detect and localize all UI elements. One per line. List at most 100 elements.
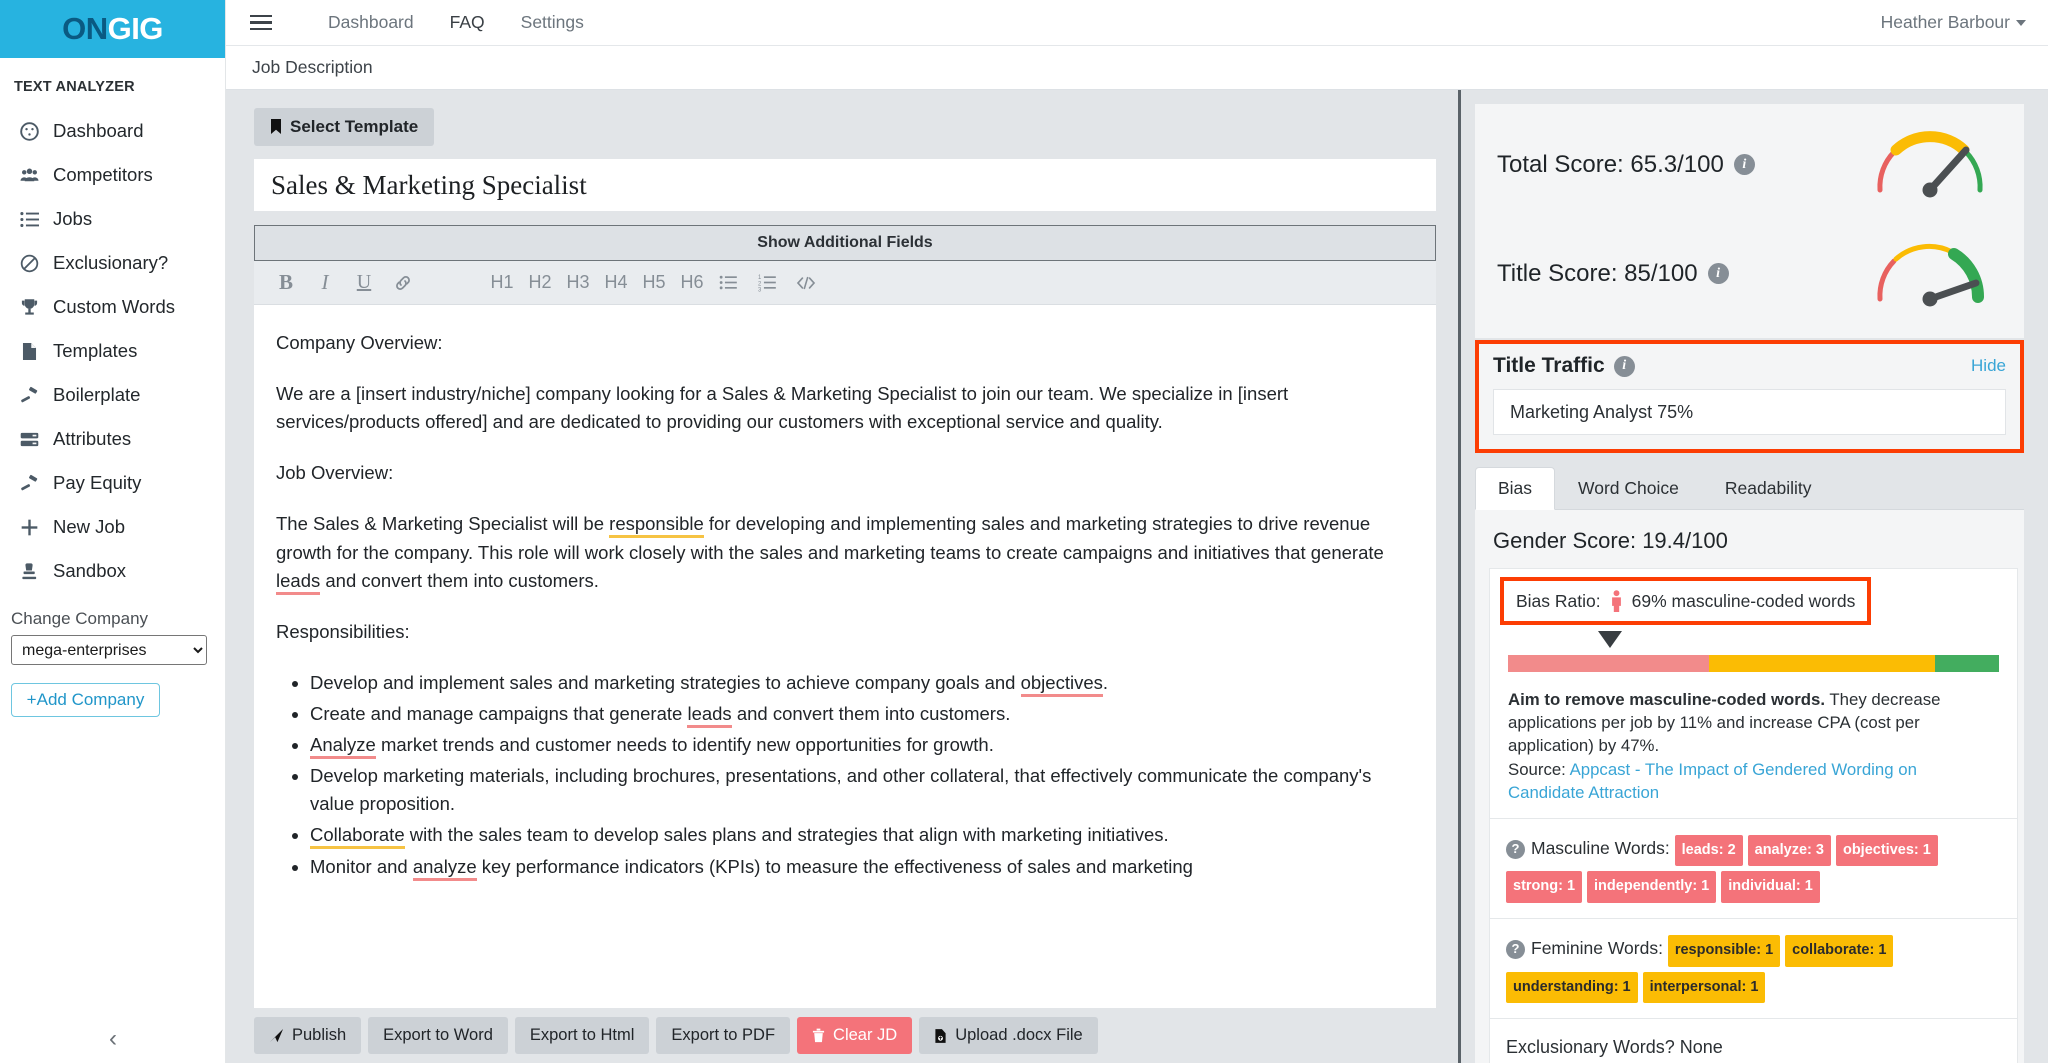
- text-run: and convert them into customers.: [320, 569, 599, 591]
- help-icon[interactable]: ?: [1506, 839, 1525, 859]
- sidebar-item-attributes[interactable]: Attributes: [0, 417, 225, 461]
- user-menu[interactable]: Heather Barbour: [1881, 12, 2026, 33]
- feminine-word-chip[interactable]: interpersonal: 1: [1642, 971, 1766, 1004]
- code-icon[interactable]: [790, 267, 822, 299]
- feminine-word-chip[interactable]: understanding: 1: [1506, 971, 1638, 1004]
- title-traffic-hide-link[interactable]: Hide: [1971, 356, 2006, 376]
- heading-2-button[interactable]: H2: [522, 267, 558, 299]
- hamburger-line: [250, 27, 272, 31]
- company-select[interactable]: mega-enterprises: [11, 635, 207, 665]
- bullet-list-icon[interactable]: [712, 267, 744, 299]
- show-additional-fields-button[interactable]: Show Additional Fields: [254, 225, 1436, 261]
- tab-word-choice[interactable]: Word Choice: [1555, 467, 1702, 510]
- sidebar-item-exclusionary[interactable]: Exclusionary?: [0, 241, 225, 285]
- sidebar-item-jobs[interactable]: Jobs: [0, 197, 225, 241]
- info-icon[interactable]: i: [1707, 263, 1729, 284]
- masculine-word-chip[interactable]: analyze: 3: [1747, 834, 1831, 867]
- text-run: key performance indicators (KPIs) to mea…: [476, 855, 1193, 877]
- masculine-words-label: Masculine Words:: [1531, 837, 1670, 858]
- info-icon[interactable]: i: [1733, 154, 1755, 175]
- sidebar-item-sandbox[interactable]: Sandbox: [0, 549, 225, 593]
- feminine-word-chip[interactable]: collaborate: 1: [1785, 934, 1894, 967]
- numbered-list-icon[interactable]: 123: [751, 267, 783, 299]
- editor-action-bar: Publish Export to Word Export to Html Ex…: [254, 1008, 1436, 1063]
- total-score-label: Total Score: 65.3/100: [1497, 150, 1724, 178]
- hammer-icon: [19, 385, 40, 406]
- masculine-word-chip[interactable]: individual: 1: [1721, 871, 1820, 903]
- title-traffic-heading: Title Traffic: [1493, 354, 1605, 377]
- title-traffic-entry[interactable]: Marketing Analyst 75%: [1493, 389, 2006, 435]
- add-company-button[interactable]: +Add Company: [11, 683, 160, 717]
- sidebar-item-label: Competitors: [53, 164, 153, 185]
- sidebar-item-custom-words[interactable]: Custom Words: [0, 285, 225, 329]
- job-title-field[interactable]: Sales & Marketing Specialist: [254, 159, 1436, 211]
- italic-button[interactable]: I: [309, 267, 341, 299]
- bias-meter-segment-masculine: [1508, 655, 1710, 672]
- analysis-tabs: Bias Word Choice Readability: [1475, 467, 2024, 510]
- hamburger-menu-icon[interactable]: [238, 14, 284, 31]
- underline-button[interactable]: U: [348, 267, 380, 299]
- sidebar-item-boilerplate[interactable]: Boilerplate: [0, 373, 225, 417]
- masculine-word-chip[interactable]: objectives: 1: [1835, 834, 1938, 867]
- sidebar-item-dashboard[interactable]: Dashboard: [0, 109, 225, 153]
- brand-logo[interactable]: ONGIG: [0, 0, 225, 58]
- workspace: Select Template Sales & Marketing Specia…: [226, 90, 2048, 1063]
- topnav-item-settings[interactable]: Settings: [503, 12, 602, 33]
- sidebar-item-new-job[interactable]: New Job: [0, 505, 225, 549]
- bias-panel: Gender Score: 19.4/100 Bias Ratio: 69% m…: [1475, 510, 2024, 1063]
- select-template-label: Select Template: [290, 117, 419, 136]
- masculine-word-chip[interactable]: strong: 1: [1506, 871, 1583, 903]
- tab-readability[interactable]: Readability: [1702, 467, 1835, 510]
- sidebar-item-templates[interactable]: Templates: [0, 329, 225, 373]
- heading-6-button[interactable]: H6: [674, 267, 710, 299]
- masculine-word-chip[interactable]: leads: 2: [1674, 834, 1743, 867]
- bias-advice-bold: Aim to remove masculine-coded words.: [1508, 690, 1826, 709]
- heading-3-button[interactable]: H3: [560, 267, 596, 299]
- export-to-word-button[interactable]: Export to Word: [368, 1017, 508, 1054]
- paragraph-company-overview-heading: Company Overview:: [276, 332, 443, 353]
- file-icon: [19, 341, 40, 362]
- heading-5-button[interactable]: H5: [636, 267, 672, 299]
- title-score-row: Title Score: 85/100 i: [1475, 219, 2024, 328]
- masculine-words-row: ? Masculine Words: leads: 2 analyze: 3 obje…: [1490, 817, 2017, 918]
- sidebar-item-label: Dashboard: [53, 120, 144, 141]
- heading-4-button[interactable]: H4: [598, 267, 634, 299]
- publish-button[interactable]: Publish: [254, 1017, 362, 1054]
- topnav-item-faq[interactable]: FAQ: [432, 12, 503, 33]
- heading-1-button[interactable]: H1: [484, 267, 520, 299]
- export-to-pdf-button[interactable]: Export to PDF: [656, 1017, 791, 1054]
- info-icon[interactable]: i: [1613, 355, 1635, 377]
- server-icon: [19, 429, 40, 450]
- title-score-gauge: [1868, 235, 1992, 312]
- bias-source-link[interactable]: Appcast - The Impact of Gendered Wording…: [1508, 760, 1917, 802]
- bias-meter-segment-neutral: [1709, 655, 1936, 672]
- bias-card: Bias Ratio: 69% masculine-coded words Ai…: [1489, 568, 2018, 1063]
- help-icon[interactable]: ?: [1506, 939, 1525, 959]
- sidebar-item-pay-equity[interactable]: Pay Equity: [0, 461, 225, 505]
- sidebar-item-competitors[interactable]: Competitors: [0, 153, 225, 197]
- masculine-word-chip[interactable]: independently: 1: [1587, 871, 1717, 903]
- list-icon: [19, 209, 40, 230]
- bold-button[interactable]: B: [270, 267, 302, 299]
- link-icon[interactable]: [387, 267, 419, 299]
- upload-icon: [935, 1028, 946, 1043]
- text-run: .: [1102, 671, 1109, 693]
- text-run: Develop and implement sales and marketin…: [310, 671, 1021, 693]
- tab-bias[interactable]: Bias: [1475, 467, 1556, 510]
- clear-jd-button[interactable]: Clear JD: [797, 1017, 913, 1054]
- job-title-value: Sales & Marketing Specialist: [271, 169, 587, 200]
- bias-meter-segment-balanced: [1935, 655, 1999, 672]
- export-to-html-button[interactable]: Export to Html: [514, 1017, 650, 1054]
- job-description-editor[interactable]: Company Overview: We are a [insert indus…: [254, 305, 1436, 1008]
- select-template-button[interactable]: Select Template: [254, 108, 435, 146]
- bias-meter: [1490, 625, 2017, 678]
- upload-docx-label: Upload .docx File: [955, 1026, 1083, 1044]
- topnav-item-dashboard[interactable]: Dashboard: [310, 12, 432, 33]
- upload-docx-button[interactable]: Upload .docx File: [919, 1017, 1098, 1054]
- sidebar-collapse-button[interactable]: ‹: [0, 1025, 226, 1053]
- stamp-icon: [19, 561, 40, 582]
- feminine-words-row: ? Feminine Words: responsible: 1 collabora…: [1490, 917, 2017, 1018]
- feminine-word-chip[interactable]: responsible: 1: [1667, 934, 1781, 967]
- list-item: Create and manage campaigns that generat…: [310, 700, 1416, 728]
- breadcrumb-label: Job Description: [252, 57, 373, 77]
